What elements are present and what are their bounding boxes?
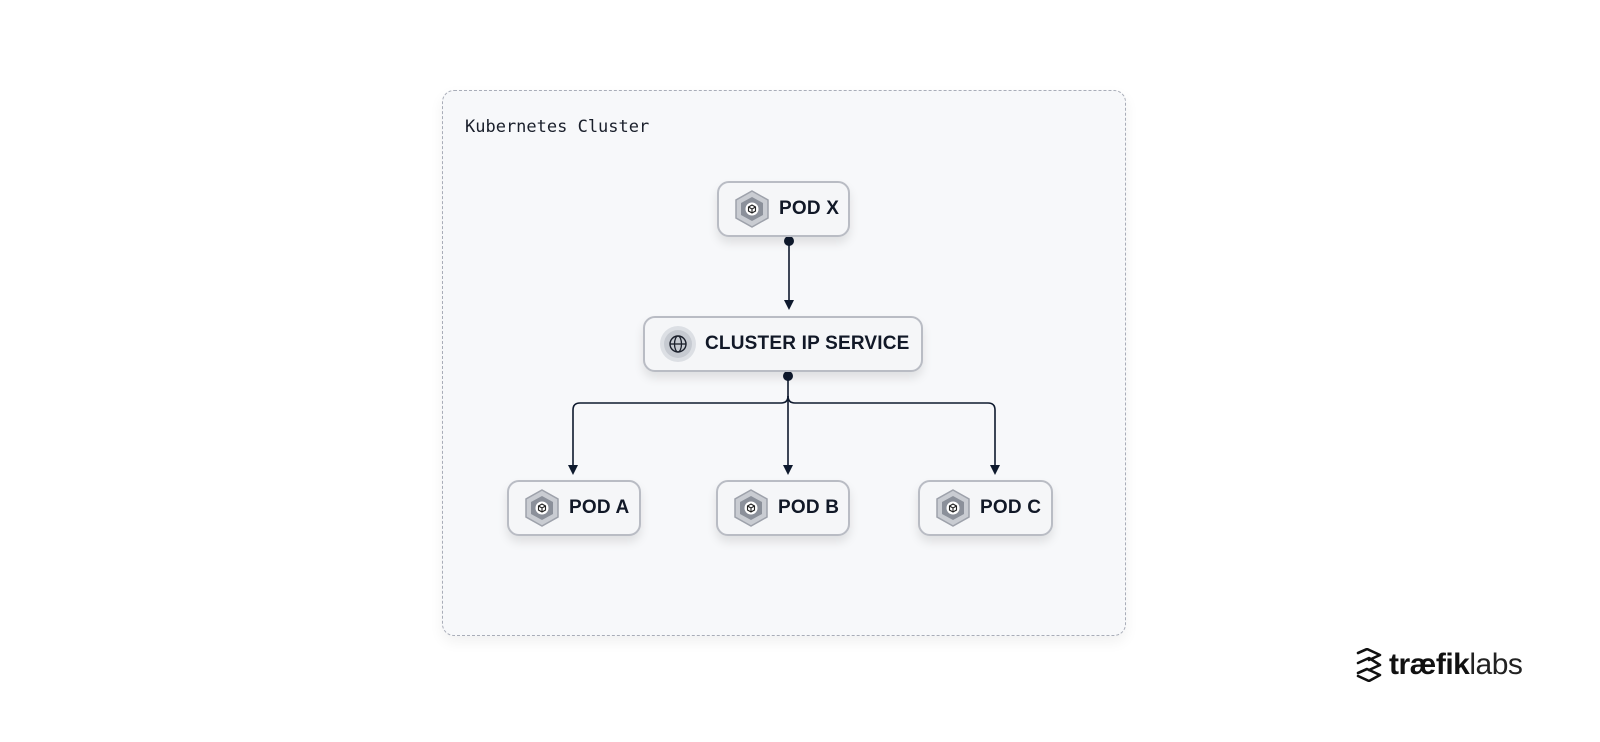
pod-cube-icon	[732, 489, 770, 527]
node-label: POD X	[779, 198, 840, 219]
node-label: POD C	[980, 497, 1042, 518]
node-label: CLUSTER IP SERVICE	[705, 333, 910, 354]
node-pod-a[interactable]: POD A	[507, 480, 641, 536]
globe-icon	[659, 325, 697, 363]
node-pod-x[interactable]: POD X	[717, 181, 850, 237]
node-pod-b[interactable]: POD B	[716, 480, 850, 536]
node-label: POD A	[569, 497, 630, 518]
node-pod-c[interactable]: POD C	[918, 480, 1053, 536]
pod-cube-icon	[523, 489, 561, 527]
pod-cube-icon	[733, 190, 771, 228]
edge-service-pods	[568, 371, 1000, 475]
edge-start-dot	[784, 236, 794, 246]
edge-service-poda	[568, 395, 789, 475]
edge-podx-service	[784, 236, 794, 310]
traefik-logo-icon	[1356, 648, 1382, 682]
node-cluster-ip-service[interactable]: CLUSTER IP SERVICE	[643, 316, 923, 372]
pod-cube-icon	[934, 489, 972, 527]
logo-brand-light: labs	[1469, 648, 1523, 681]
traefiklabs-logo: træfiklabs	[1355, 648, 1523, 682]
edge-service-podc	[787, 395, 1000, 475]
node-label: POD B	[778, 497, 840, 518]
logo-brand-bold: træfik	[1389, 648, 1470, 681]
